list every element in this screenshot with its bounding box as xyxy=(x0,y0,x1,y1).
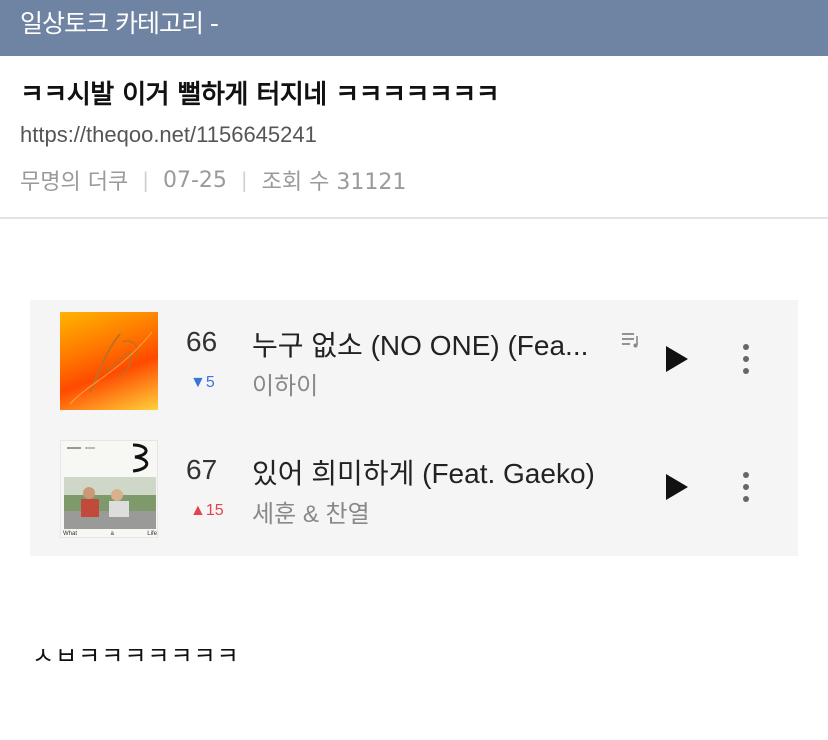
category-header: 일상토크 카테고리 - xyxy=(0,0,828,56)
chart-row[interactable]: 66 ▼5 누구 없소 (NO ONE) (Fea... 이하이 xyxy=(30,300,798,428)
post-date: 07-25 xyxy=(162,167,227,193)
play-icon[interactable] xyxy=(662,472,692,502)
album-lettering-icon xyxy=(69,331,153,405)
chart-rank: 66 xyxy=(186,326,218,357)
post-header: ㅋㅋ시발 이거 뻘하게 터지네 ㅋㅋㅋㅋㅋㅋㅋ https://theqoo.n… xyxy=(0,56,828,219)
meta-divider: | xyxy=(142,168,149,192)
lyrics-icon[interactable] xyxy=(620,330,642,350)
play-icon[interactable] xyxy=(662,344,692,374)
meta-divider: | xyxy=(240,168,248,192)
post-body-text: ㅅㅂㅋㅋㅋㅋㅋㅋㅋ xyxy=(32,642,240,670)
song-artist[interactable]: 세훈 & 찬열 xyxy=(252,494,370,529)
post-author: 무명의 더쿠 xyxy=(20,170,129,195)
post-meta: 무명의 더쿠 | 07-25 | 조회 수 31121 xyxy=(20,164,406,196)
song-title[interactable]: 누구 없소 (NO ONE) (Fea... xyxy=(252,324,588,364)
song-artist[interactable]: 이하이 xyxy=(252,366,318,401)
rank-change-up: ▲15 xyxy=(190,502,224,519)
album-caption: What a Life xyxy=(63,531,157,537)
song-title[interactable]: 있어 희미하게 (Feat. Gaeko) xyxy=(252,452,595,492)
category-label[interactable]: 일상토크 카테고리 - xyxy=(20,4,219,40)
music-chart-embed: 66 ▼5 누구 없소 (NO ONE) (Fea... 이하이 What a … xyxy=(30,300,798,556)
album-photo-icon xyxy=(61,441,157,537)
chart-row[interactable]: What a Life 67 ▲15 있어 희미하게 (Feat. Gaeko)… xyxy=(30,428,798,556)
post-url-link[interactable]: https://theqoo.net/1156645241 xyxy=(20,122,317,148)
more-icon[interactable] xyxy=(736,344,756,378)
more-icon[interactable] xyxy=(736,472,756,506)
post-title: ㅋㅋ시발 이거 뻘하게 터지네 ㅋㅋㅋㅋㅋㅋㅋ xyxy=(20,80,500,110)
album-art-icon[interactable]: What a Life xyxy=(60,440,158,538)
post-views: 조회 수 31121 xyxy=(261,170,407,195)
rank-change-down: ▼5 xyxy=(190,374,215,391)
album-art-icon[interactable] xyxy=(60,312,158,410)
chart-rank: 67 xyxy=(186,454,218,485)
